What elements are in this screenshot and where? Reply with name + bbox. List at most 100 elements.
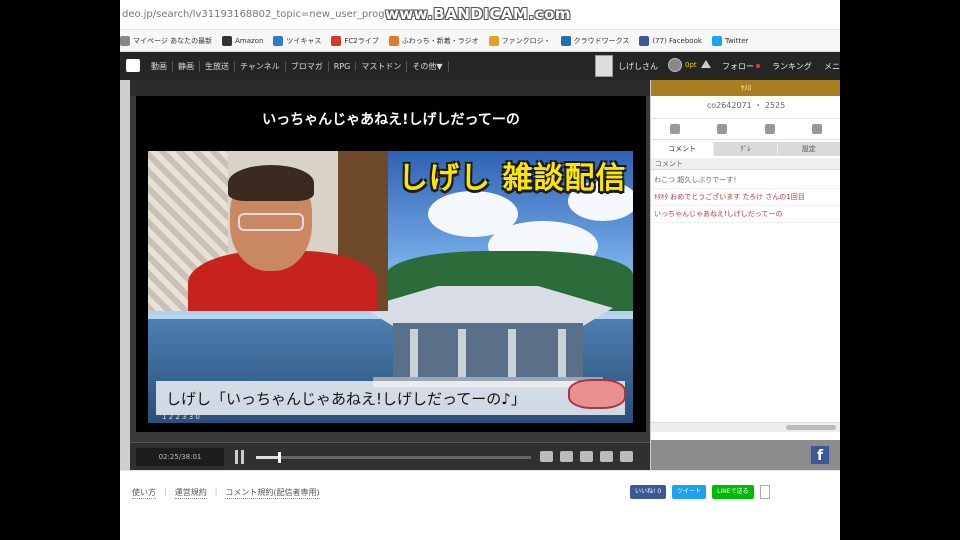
side-strip xyxy=(120,80,130,470)
nav-item[interactable]: チャンネル xyxy=(235,60,286,72)
pause-button[interactable] xyxy=(234,450,246,464)
bookmark-icon xyxy=(222,35,233,46)
footer-link-terms[interactable]: 運営規約 xyxy=(174,487,207,499)
footer-link-howto[interactable]: 使い方 xyxy=(132,487,156,499)
bookmark-icon xyxy=(273,35,284,46)
nav-item[interactable]: RPG xyxy=(329,61,357,71)
menu-link[interactable]: メニ xyxy=(824,61,840,72)
subtitle-box: しげし「いっちゃんじゃあねえ!しげしだってーの♪」 xyxy=(156,381,625,415)
bookmark-icon xyxy=(120,35,130,46)
scroll-thumb[interactable] xyxy=(786,425,836,430)
bookmark-icon xyxy=(331,35,342,46)
panel-tabs: コメント ｸﾞﾚ 設定 xyxy=(651,142,840,156)
footer-links: 使い方 | 運営規約 | コメント規約(配信者専用) xyxy=(132,487,328,499)
nav-item[interactable]: 静画 xyxy=(173,60,200,72)
reload-icon[interactable] xyxy=(620,451,633,462)
tv-logo-icon[interactable] xyxy=(126,59,140,72)
user-avatar[interactable] xyxy=(595,55,613,77)
nav-item[interactable]: 生放送 xyxy=(200,60,235,72)
address-bar[interactable]: deo.jp/search/lv31193168802_topic=new_us… xyxy=(120,0,840,30)
facebook-icon[interactable]: f xyxy=(811,446,829,464)
program-title-bar: いっちゃんじゃあねえ!しげしだってーの xyxy=(136,96,646,142)
nav-item[interactable]: ブロマガ xyxy=(286,60,329,72)
pillar xyxy=(508,329,516,379)
pause-icon xyxy=(241,450,244,464)
bookmark-item[interactable]: FC2ライブ xyxy=(331,35,379,46)
chat-icon[interactable] xyxy=(764,124,775,134)
bookmark-item[interactable]: ふわっち・新着・ラジオ xyxy=(388,35,479,46)
bookmark-label: クラウドワークス xyxy=(573,36,630,45)
video-player: いっちゃんじゃあねえ!しげしだってーの しげし 雑談配信 しげし「いっちゃんじゃ… xyxy=(130,80,650,470)
tab-comments[interactable]: コメント xyxy=(651,142,715,156)
comment-row: ｷﾀｷﾀ おめでとうございます たろけ さんの1回目 xyxy=(651,189,840,206)
site-nav: 動画 静画 生放送 チャンネル ブロマガ RPG マストドン その他▼ しげしさ… xyxy=(120,52,840,135)
more-share-button[interactable] xyxy=(759,485,770,499)
video-watermark: 1 2 2 3 3 0 xyxy=(162,413,200,421)
panel-bottom-bar: f xyxy=(651,440,840,470)
tab-gray[interactable]: ｸﾞﾚ xyxy=(714,142,778,156)
bookmarks-bar: マイページ あなたの最新 Amazon ツイキャス FC2ライブ ふわっち・新着… xyxy=(120,30,840,52)
nav-item[interactable]: マストドン xyxy=(356,60,408,72)
share-buttons: いいね! 0 ツイート LINEで送る xyxy=(630,485,770,499)
gift-icon[interactable] xyxy=(717,124,728,134)
facebook-like-button[interactable]: いいね! 0 xyxy=(630,485,667,499)
bookmark-icon xyxy=(639,35,650,46)
bookmark-icon xyxy=(488,35,499,46)
subtitle-text: しげし「いっちゃんじゃあねえ!しげしだってーの♪」 xyxy=(166,389,526,408)
settings-icon[interactable] xyxy=(600,451,613,462)
bookmark-item[interactable]: (77) Facebook xyxy=(639,35,702,46)
user-icon[interactable] xyxy=(669,124,680,134)
bookmark-item[interactable]: ファンクロジ・ xyxy=(488,35,551,46)
points-icon xyxy=(668,58,682,72)
webcam-overlay xyxy=(148,151,388,311)
bookmark-item[interactable]: ツイキャス xyxy=(273,35,322,46)
program-title: いっちゃんじゃあねえ!しげしだってーの xyxy=(262,112,520,128)
seek-handle[interactable] xyxy=(278,452,281,463)
panel-top-label: ﾔﾒﾛ xyxy=(651,80,840,96)
comment-row: いっちゃんじゃあねえ!しげしだってーの xyxy=(651,206,840,223)
url-text[interactable]: deo.jp/search/lv31193168802_topic=new_us… xyxy=(122,9,422,20)
bookmark-label: ふわっち・新着・ラジオ xyxy=(401,36,479,45)
pillar xyxy=(458,329,466,379)
comment-scrollbar[interactable] xyxy=(651,422,840,432)
community-id[interactable]: co2642071 ・ 2525 xyxy=(651,100,840,111)
tab-settings[interactable]: 設定 xyxy=(777,142,840,156)
follow-label: フォロー xyxy=(722,62,754,71)
bookmark-item[interactable]: マイページ あなたの最新 xyxy=(120,35,212,46)
username[interactable]: しげしさん xyxy=(618,61,658,72)
comment-icon[interactable] xyxy=(560,451,573,462)
video-area[interactable]: しげし 雑談配信 しげし「いっちゃんじゃあねえ!しげしだってーの♪」 1 2 2… xyxy=(136,142,646,432)
hair xyxy=(228,165,314,201)
footer-link-comment-rules[interactable]: コメント規約(配信者専用) xyxy=(225,487,320,499)
volume-icon[interactable] xyxy=(540,451,553,462)
bookmark-label: (77) Facebook xyxy=(652,36,702,45)
separator: | xyxy=(214,487,218,496)
comment-panel: ﾔﾒﾛ co2642071 ・ 2525 コメント ｸﾞﾚ 設定 コメント わこ… xyxy=(650,80,840,470)
seek-bar[interactable] xyxy=(256,452,531,463)
bell-icon[interactable] xyxy=(701,60,711,68)
bookmark-label: ツイキャス xyxy=(286,36,322,45)
bookmark-label: ファンクロジ・ xyxy=(501,36,551,45)
comment-list: わこつ 超久しぶりでーす！ ｷﾀｷﾀ おめでとうございます たろけ さんの1回目… xyxy=(651,172,840,223)
tweet-button[interactable]: ツイート xyxy=(672,485,707,499)
screen-icon[interactable] xyxy=(580,451,593,462)
bookmark-label: FC2ライブ xyxy=(344,36,379,45)
bookmark-icon xyxy=(388,35,399,46)
separator: | xyxy=(164,487,167,496)
player-controls: 02:25/38:01 xyxy=(130,442,650,470)
share-icon[interactable] xyxy=(812,124,823,134)
line-share-button[interactable]: LINEで送る xyxy=(712,485,754,499)
bookmark-label: Twitter xyxy=(724,36,749,45)
panel-icon-row xyxy=(651,118,840,140)
points-value: 0pt xyxy=(685,61,697,69)
nav-item[interactable]: 動画 xyxy=(146,60,173,72)
ranking-link[interactable]: ランキング xyxy=(772,61,812,72)
nav-item[interactable]: その他▼ xyxy=(407,60,449,72)
bookmark-item[interactable]: Amazon xyxy=(222,35,263,46)
browser-screen: deo.jp/search/lv31193168802_topic=new_us… xyxy=(120,0,840,540)
comment-list-header: コメント xyxy=(651,158,840,170)
page-footer: 使い方 | 運営規約 | コメント規約(配信者専用) いいね! 0 ツイート L… xyxy=(120,470,840,540)
bookmark-item[interactable]: Twitter xyxy=(711,35,749,46)
bookmark-item[interactable]: クラウドワークス xyxy=(560,35,630,46)
follow-link[interactable]: フォロー xyxy=(722,61,763,72)
